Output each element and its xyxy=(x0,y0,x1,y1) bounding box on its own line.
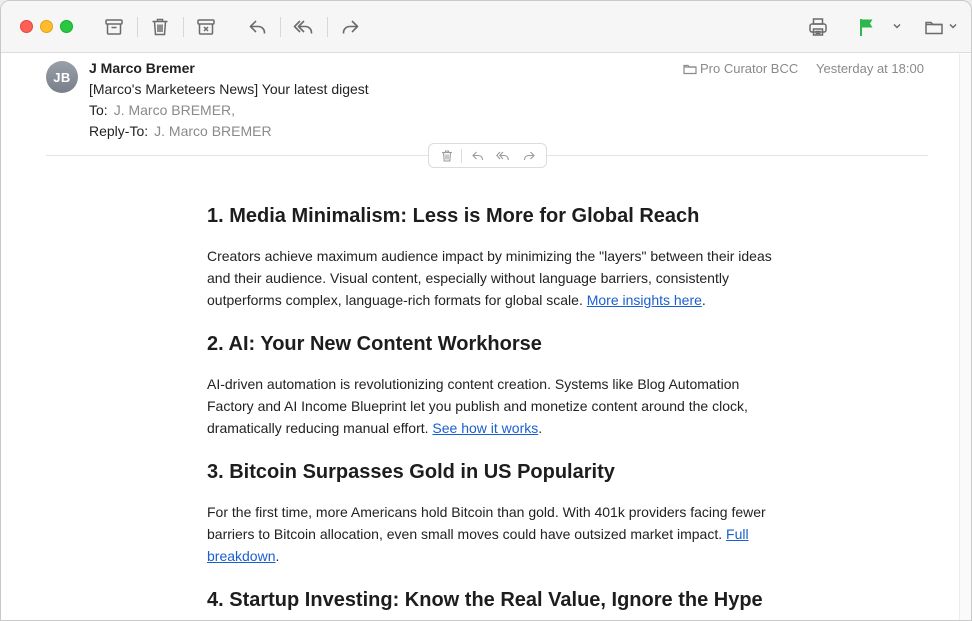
flag-icon xyxy=(860,19,873,36)
folder-icon xyxy=(925,21,943,35)
article-section-3: 3. Bitcoin Surpasses Gold in US Populari… xyxy=(207,460,777,567)
move-to-folder-button[interactable] xyxy=(920,13,948,41)
article-section-2: 2. AI: Your New Content Workhorse AI-dri… xyxy=(207,332,777,439)
reply-all-icon xyxy=(293,20,313,34)
section-paragraph: AI-driven automation is revolutionizing … xyxy=(207,376,748,436)
inline-reply-button[interactable] xyxy=(469,147,486,165)
archive-button[interactable] xyxy=(100,13,128,41)
folder-icon xyxy=(683,64,697,74)
folder-menu-chevron-icon[interactable] xyxy=(948,21,958,31)
flag-button[interactable] xyxy=(852,13,880,41)
reply-all-icon xyxy=(496,151,510,160)
more-insights-link[interactable]: More insights here xyxy=(587,292,702,308)
to-label: To: xyxy=(89,102,108,118)
close-window-button[interactable] xyxy=(20,20,33,33)
sender-name[interactable]: J Marco Bremer xyxy=(89,60,195,76)
avatar: JB xyxy=(46,61,78,93)
reply-button[interactable] xyxy=(244,13,272,41)
section-paragraph: Creators achieve maximum audience impact… xyxy=(207,248,772,308)
archive-icon xyxy=(105,19,123,35)
reply-icon xyxy=(471,151,483,160)
article-section-1: 1. Media Minimalism: Less is More for Gl… xyxy=(207,204,777,311)
junk-icon xyxy=(197,19,215,35)
see-how-it-works-link[interactable]: See how it works xyxy=(432,420,538,436)
forward-icon xyxy=(342,20,359,34)
section-paragraph: For the first time, more Americans hold … xyxy=(207,504,766,564)
reply-icon xyxy=(249,20,266,34)
trash-icon xyxy=(442,149,453,162)
subject-line: [Marco's Marketeers News] Your latest di… xyxy=(89,81,369,97)
section-heading: 1. Media Minimalism: Less is More for Gl… xyxy=(207,205,700,227)
flag-menu-chevron-icon[interactable] xyxy=(892,21,902,31)
inline-forward-button[interactable] xyxy=(520,147,537,165)
delete-button[interactable] xyxy=(146,13,174,41)
reply-to-label: Reply-To: xyxy=(89,123,149,139)
zoom-window-button[interactable] xyxy=(60,20,73,33)
mailbox-label: Pro Curator BCC xyxy=(683,61,798,76)
minimize-window-button[interactable] xyxy=(40,20,53,33)
print-icon xyxy=(809,18,827,36)
section-heading: 2. AI: Your New Content Workhorse xyxy=(207,333,542,355)
toolbar xyxy=(1,1,971,53)
vertical-scrollbar[interactable] xyxy=(959,54,971,620)
message-view[interactable]: JB J Marco Bremer [Marco's Marketeers Ne… xyxy=(1,54,971,620)
section-heading: 3. Bitcoin Surpasses Gold in US Populari… xyxy=(207,461,615,483)
to-row: To: J. Marco BREMER, xyxy=(89,102,235,118)
inline-action-bar xyxy=(428,143,547,168)
reply-to-row: Reply-To: J. Marco BREMER xyxy=(89,123,272,139)
junk-button[interactable] xyxy=(192,13,220,41)
forward-button[interactable] xyxy=(336,13,364,41)
mail-window: JB J Marco Bremer [Marco's Marketeers Ne… xyxy=(0,0,972,621)
mailbox-name: Pro Curator BCC xyxy=(700,61,799,76)
article-section-4: 4. Startup Investing: Know the Real Valu… xyxy=(207,588,807,612)
section-heading: 4. Startup Investing: Know the Real Valu… xyxy=(207,589,763,611)
forward-icon xyxy=(523,151,535,160)
reply-to-recipient[interactable]: J. Marco BREMER xyxy=(154,123,271,139)
to-recipient[interactable]: J. Marco BREMER, xyxy=(114,102,235,118)
inline-reply-all-button[interactable] xyxy=(495,147,512,165)
print-button[interactable] xyxy=(804,13,832,41)
message-date: Yesterday at 18:00 xyxy=(816,61,924,76)
reply-all-button[interactable] xyxy=(290,13,318,41)
trash-icon xyxy=(152,18,168,36)
inline-delete-button[interactable] xyxy=(439,147,456,165)
